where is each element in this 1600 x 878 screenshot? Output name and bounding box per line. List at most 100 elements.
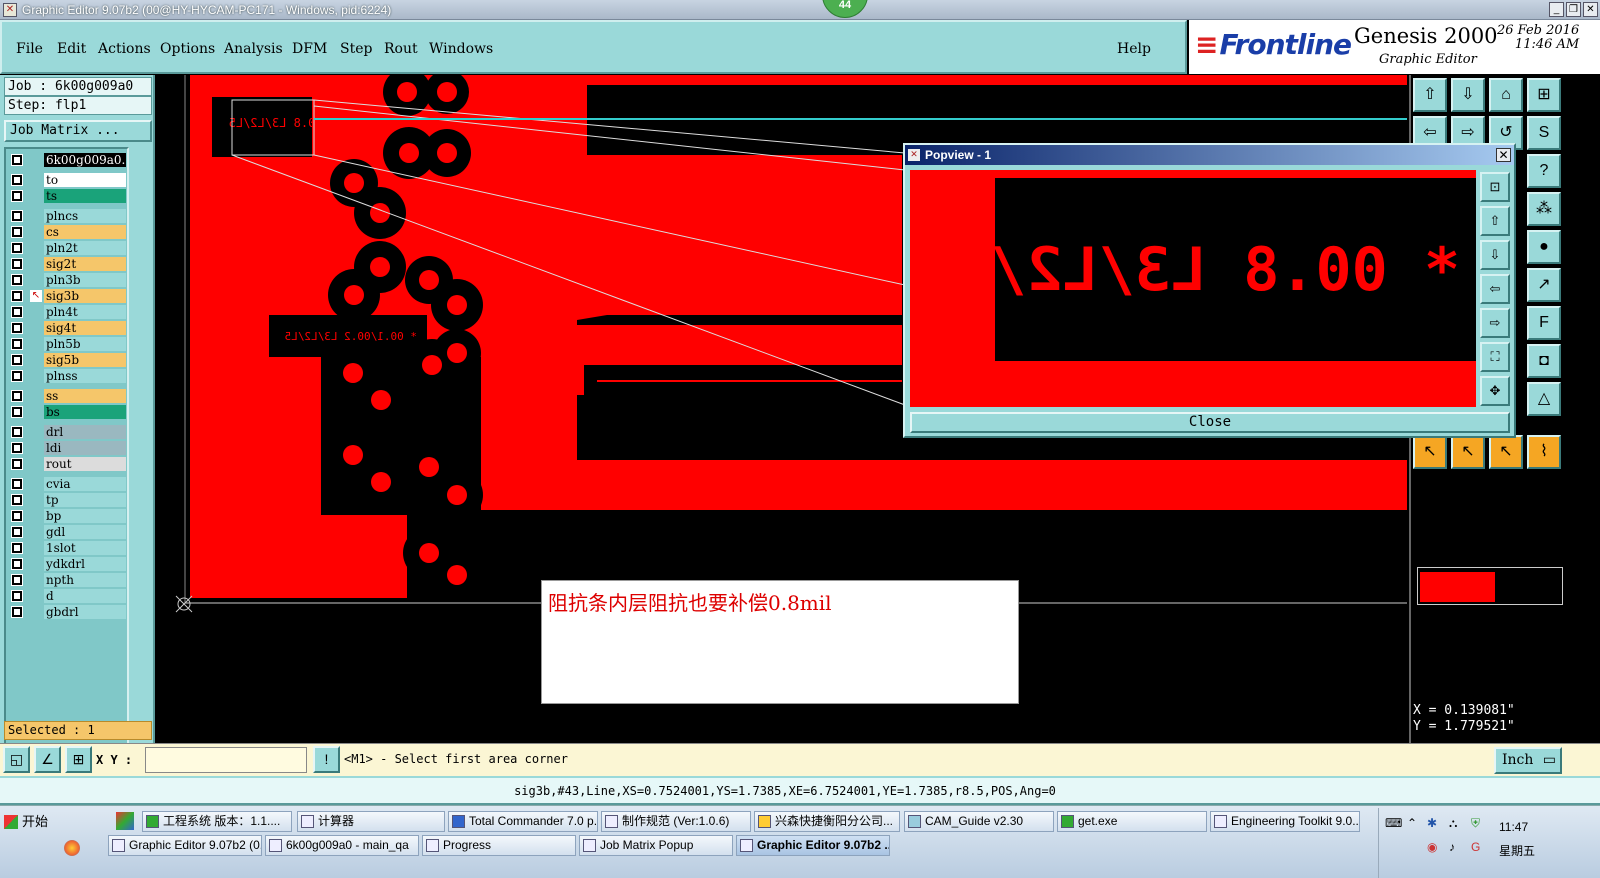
layer-name[interactable]: pln2t	[44, 241, 126, 255]
notification-badge[interactable]: 44	[822, 0, 868, 18]
toolbar-measure-icon[interactable]: ↗	[1527, 268, 1561, 302]
layer-checkbox[interactable]	[11, 558, 23, 570]
layer-row-cs[interactable]: cs	[10, 225, 127, 239]
toolbar-up-icon[interactable]: ⇧	[1413, 78, 1447, 112]
layer-checkbox[interactable]	[11, 442, 23, 454]
keyboard-icon[interactable]: ⌨	[1385, 816, 1402, 830]
popview-close-button[interactable]: Close	[910, 412, 1510, 433]
bluetooth-icon[interactable]: ✱	[1427, 816, 1437, 830]
layer-checkbox[interactable]	[11, 426, 23, 438]
layer-row-npth[interactable]: npth	[10, 573, 127, 587]
popview-close-icon[interactable]: ✕	[1496, 148, 1511, 162]
layer-name[interactable]: gbdrl	[44, 605, 126, 619]
layer-row-ts[interactable]: ts	[10, 189, 127, 203]
layer-name[interactable]: to	[44, 173, 126, 187]
clock[interactable]: 11:47	[1499, 820, 1528, 834]
menu-file[interactable]: File	[16, 41, 43, 57]
layer-row-sig5b[interactable]: sig5b	[10, 353, 127, 367]
layer-row-gbdrl[interactable]: gbdrl	[10, 605, 127, 619]
layer-name[interactable]: npth	[44, 573, 126, 587]
layer-row-drl[interactable]: drl	[10, 425, 127, 439]
layer-checkbox[interactable]	[11, 306, 23, 318]
toolbar-select-icon[interactable]: ↖	[1413, 435, 1447, 469]
popview-titlebar[interactable]: ✕ Popview - 1 ✕	[905, 145, 1514, 165]
layer-row-gdl[interactable]: gdl	[10, 525, 127, 539]
popview-fit-icon[interactable]: ⛶	[1480, 342, 1510, 372]
toolbar-route-icon[interactable]: ⌇	[1527, 435, 1561, 469]
popview-right-icon[interactable]: ⇨	[1480, 308, 1510, 338]
toolbar-ff-icon[interactable]: F	[1527, 306, 1561, 340]
layer-name[interactable]: cs	[44, 225, 126, 239]
layer-name[interactable]: sig5b	[44, 353, 126, 367]
layer-name[interactable]: ydkdrl	[44, 557, 126, 571]
menu-edit[interactable]: Edit	[57, 41, 86, 57]
layer-checkbox[interactable]	[11, 154, 23, 166]
layer-checkbox[interactable]	[11, 478, 23, 490]
layer-checkbox[interactable]	[11, 354, 23, 366]
layer-row-d[interactable]: d	[10, 589, 127, 603]
layer-checkbox[interactable]	[11, 190, 23, 202]
toolbar-help-icon[interactable]: ?	[1527, 154, 1561, 188]
toolbar-home-icon[interactable]: ⌂	[1489, 78, 1523, 112]
tray-arrow-icon[interactable]: ⌃	[1407, 816, 1417, 830]
layer-name[interactable]: ss	[44, 389, 126, 403]
layer-row-ydkdrl[interactable]: ydkdrl	[10, 557, 127, 571]
popview-center-icon[interactable]: ✥	[1480, 376, 1510, 406]
layer-checkbox[interactable]	[11, 370, 23, 382]
popview-canvas[interactable]: * 00.8 L3/L2/L5	[910, 170, 1476, 407]
taskbar-item[interactable]: Job Matrix Popup	[579, 835, 733, 856]
layer-name[interactable]: plncs	[44, 209, 126, 223]
layer-row-6k00g009a00[interactable]: 6k00g009a0.0	[10, 153, 127, 167]
menu-dfm[interactable]: DFM	[292, 41, 327, 57]
layer-checkbox[interactable]	[11, 406, 23, 418]
layer-checkbox[interactable]	[11, 510, 23, 522]
layer-checkbox[interactable]	[11, 390, 23, 402]
layer-checkbox[interactable]	[11, 274, 23, 286]
layer-name[interactable]: 1slot	[44, 541, 126, 555]
layer-checkbox[interactable]	[11, 590, 23, 602]
popview-zoom-icon[interactable]: ⊡	[1480, 172, 1510, 202]
toolbar-shapes-icon[interactable]: ◘	[1527, 344, 1561, 378]
minimize-button[interactable]: _	[1549, 2, 1564, 17]
layer-row-bp[interactable]: bp	[10, 509, 127, 523]
layer-row-sig4t[interactable]: sig4t	[10, 321, 127, 335]
layer-name[interactable]: gdl	[44, 525, 126, 539]
layer-row-sig3b[interactable]: ↖ sig3b	[10, 289, 127, 303]
quicklaunch-icon[interactable]	[116, 812, 134, 830]
menu-windows[interactable]: Windows	[429, 41, 493, 57]
layer-row-cvia[interactable]: cvia	[10, 477, 127, 491]
layer-row-sig2t[interactable]: sig2t	[10, 257, 127, 271]
popview-left-icon[interactable]: ⇦	[1480, 274, 1510, 304]
taskbar-item[interactable]: 兴森快捷衡阳分公司...	[754, 811, 900, 832]
layer-name[interactable]: d	[44, 589, 126, 603]
taskbar-item[interactable]: 制作规范 (Ver:1.0.6)	[601, 811, 751, 832]
menu-rout[interactable]: Rout	[384, 41, 418, 57]
layer-row-pln2t[interactable]: pln2t	[10, 241, 127, 255]
layer-name[interactable]: cvia	[44, 477, 126, 491]
layer-name[interactable]: ldi	[44, 441, 126, 455]
network-icon[interactable]: ⛬	[1449, 816, 1457, 831]
layer-row-pln3b[interactable]: pln3b	[10, 273, 127, 287]
layer-name[interactable]: rout	[44, 457, 126, 471]
layer-row-rout[interactable]: rout	[10, 457, 127, 471]
taskbar-item[interactable]: Total Commander 7.0 p...	[448, 811, 598, 832]
taskbar-item[interactable]: Progress	[422, 835, 576, 856]
menu-step[interactable]: Step	[340, 41, 372, 57]
toolbar-s-icon[interactable]: S	[1527, 116, 1561, 150]
layer-row-tp[interactable]: tp	[10, 493, 127, 507]
layer-name[interactable]: pln4t	[44, 305, 126, 319]
menu-actions[interactable]: Actions	[98, 41, 151, 57]
toolbar-down-icon[interactable]: ⇩	[1451, 78, 1485, 112]
layer-name[interactable]: plnss	[44, 369, 126, 383]
layer-name[interactable]: drl	[44, 425, 126, 439]
layer-checkbox[interactable]	[11, 322, 23, 334]
layer-name[interactable]: tp	[44, 493, 126, 507]
close-window-button[interactable]: ✕	[1583, 2, 1598, 17]
layer-checkbox[interactable]	[11, 338, 23, 350]
layer-name[interactable]: ts	[44, 189, 126, 203]
snap-icon[interactable]: ◱	[3, 746, 30, 773]
toolbar-select3-icon[interactable]: ↖	[1489, 435, 1523, 469]
layer-name[interactable]: sig3b	[44, 289, 126, 303]
grid-icon[interactable]: ⊞	[65, 746, 92, 773]
taskbar-item[interactable]: Engineering Toolkit 9.0...	[1210, 811, 1360, 832]
